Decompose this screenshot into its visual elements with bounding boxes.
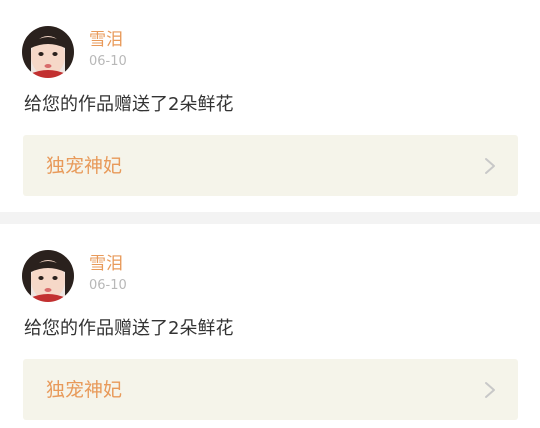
notification-date: 06-10 xyxy=(89,54,127,69)
work-link-card[interactable]: 独宠神妃 xyxy=(23,135,518,196)
notification-feed: 雪泪 06-10 给您的作品赠送了2朵鲜花 独宠神妃 雪泪 06-10 给您的作… xyxy=(0,0,540,428)
avatar-image xyxy=(22,250,74,302)
notification-card: 雪泪 06-10 给您的作品赠送了2朵鲜花 独宠神妃 xyxy=(0,0,540,212)
card-separator xyxy=(0,212,540,224)
username[interactable]: 雪泪 xyxy=(89,29,123,51)
user-avatar[interactable] xyxy=(22,26,74,78)
notification-card: 雪泪 06-10 给您的作品赠送了2朵鲜花 独宠神妃 xyxy=(0,224,540,428)
work-title: 独宠神妃 xyxy=(46,155,123,177)
notification-date: 06-10 xyxy=(89,278,127,293)
notification-message: 给您的作品赠送了2朵鲜花 xyxy=(24,94,234,115)
work-title: 独宠神妃 xyxy=(46,379,123,401)
notification-message: 给您的作品赠送了2朵鲜花 xyxy=(24,318,234,339)
username[interactable]: 雪泪 xyxy=(89,253,123,275)
avatar-image xyxy=(22,26,74,78)
chevron-right-icon xyxy=(485,158,495,174)
work-link-card[interactable]: 独宠神妃 xyxy=(23,359,518,420)
user-avatar[interactable] xyxy=(22,250,74,302)
chevron-right-icon xyxy=(485,382,495,398)
